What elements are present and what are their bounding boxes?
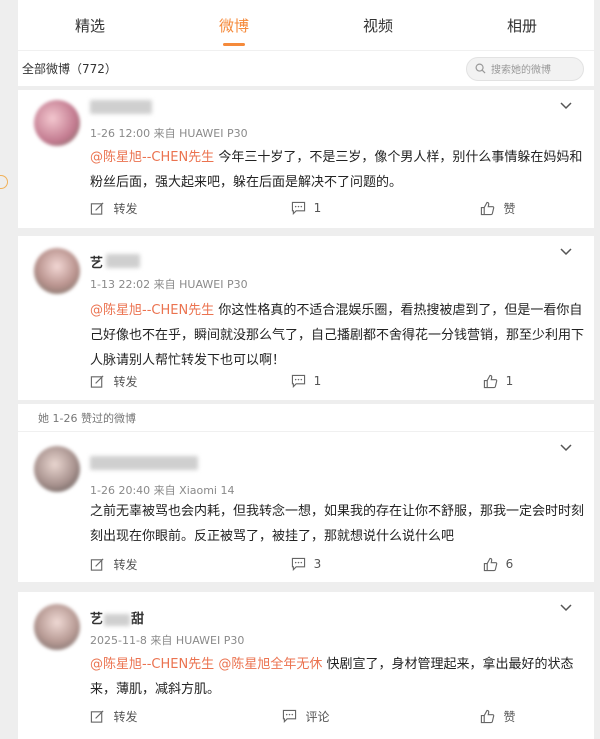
weibo-count-filter[interactable]: 全部微博（772）: [22, 60, 117, 77]
mention-link[interactable]: @陈星旭--CHEN先生: [90, 150, 214, 165]
comment-icon: [291, 557, 305, 571]
like-button[interactable]: 赞: [402, 190, 594, 226]
post-card: 1-26 12:00 来自 HUAWEI P30 @陈星旭--CHEN先生 今年…: [18, 90, 594, 228]
tab-video[interactable]: 视频: [306, 0, 450, 50]
thumbs-up-icon: [481, 201, 495, 215]
post-text: 之前无辜被骂也会内耗，但我转念一想，如果我的存在让你不舒服，那我一定会时时刻刻出…: [90, 504, 585, 544]
thumbs-up-icon: [483, 374, 497, 388]
username-blurred: [90, 100, 152, 114]
mention-link[interactable]: @陈星旭--CHEN先生: [90, 657, 214, 672]
username-blurred: [106, 254, 140, 268]
username-blurred: [90, 456, 198, 470]
comment-button[interactable]: 3: [210, 546, 402, 582]
post-meta: 1-13 22:02 来自 HUAWEI P30: [90, 278, 248, 291]
avatar[interactable]: [34, 604, 80, 650]
repost-icon: [91, 201, 105, 215]
comment-icon: [283, 709, 297, 723]
search-icon: [475, 63, 486, 74]
repost-icon: [91, 374, 105, 388]
avatar[interactable]: [34, 248, 80, 294]
post-card: 1-26 20:40 来自 Xiaomi 14 之前无辜被骂也会内耗，但我转念一…: [18, 432, 594, 582]
tab-featured[interactable]: 精选: [18, 0, 162, 50]
username[interactable]: 艺: [90, 252, 103, 271]
filter-bar: 全部微博（772） 搜索她的微博: [18, 50, 594, 86]
avatar[interactable]: [34, 446, 80, 492]
chevron-down-icon[interactable]: [560, 102, 572, 110]
like-button[interactable]: 1: [402, 363, 594, 399]
thumbs-up-icon: [481, 709, 495, 723]
username[interactable]: 艺甜: [90, 608, 144, 627]
like-button[interactable]: 6: [402, 546, 594, 582]
comment-button[interactable]: 评论: [210, 698, 402, 734]
like-button[interactable]: 赞: [402, 698, 594, 734]
tab-album[interactable]: 相册: [450, 0, 594, 50]
comment-button[interactable]: 1: [210, 190, 402, 226]
post-actions: 转发 1 赞: [18, 190, 594, 226]
tab-weibo[interactable]: 微博: [162, 0, 306, 50]
post-text: @陈星旭--CHEN先生 你这性格真的不适合混娱乐圈，看热搜被虐到了，但是一看你…: [90, 303, 585, 368]
post-meta: 1-26 20:40 来自 Xiaomi 14: [90, 484, 235, 497]
repost-button[interactable]: 转发: [18, 546, 210, 582]
chevron-down-icon[interactable]: [560, 248, 572, 256]
post-actions: 转发 3 6: [18, 546, 594, 582]
profile-tabs: 精选 微博 视频 相册: [18, 0, 594, 50]
post-text: @陈星旭--CHEN先生 今年三十岁了，不是三岁，像个男人样，别什么事情躲在妈妈…: [90, 150, 583, 190]
post-card: 艺甜 2025-11-8 来自 HUAWEI P30 @陈星旭--CHEN先生 …: [18, 592, 594, 739]
search-placeholder: 搜索她的微博: [491, 65, 551, 76]
repost-button[interactable]: 转发: [18, 190, 210, 226]
comment-icon: [291, 201, 305, 215]
repost-icon: [91, 557, 105, 571]
repost-button[interactable]: 转发: [18, 363, 210, 399]
search-input[interactable]: 搜索她的微博: [466, 56, 584, 81]
post-text: @陈星旭--CHEN先生 @陈星旭全年无休 快剧宣了，身材管理起来，拿出最好的状…: [90, 657, 574, 697]
repost-icon: [91, 709, 105, 723]
chevron-down-icon[interactable]: [560, 604, 572, 612]
repost-button[interactable]: 转发: [18, 698, 210, 734]
thumbs-up-icon: [483, 557, 497, 571]
post-actions: 转发 评论 赞: [18, 698, 594, 734]
side-marker: [0, 175, 8, 189]
post-meta: 2025-11-8 来自 HUAWEI P30: [90, 634, 245, 647]
mention-link[interactable]: @陈星旭--CHEN先生: [90, 303, 214, 318]
chevron-down-icon[interactable]: [560, 444, 572, 452]
comment-button[interactable]: 1: [210, 363, 402, 399]
liked-weibo-label: 她 1-26 赞过的微博: [18, 404, 594, 432]
post-card: 艺 1-13 22:02 来自 HUAWEI P30 @陈星旭--CHEN先生 …: [18, 236, 594, 400]
comment-icon: [291, 374, 305, 388]
mention-link[interactable]: @陈星旭全年无休: [218, 657, 322, 672]
avatar[interactable]: [34, 100, 80, 146]
post-meta: 1-26 12:00 来自 HUAWEI P30: [90, 127, 248, 140]
post-actions: 转发 1 1: [18, 363, 594, 399]
